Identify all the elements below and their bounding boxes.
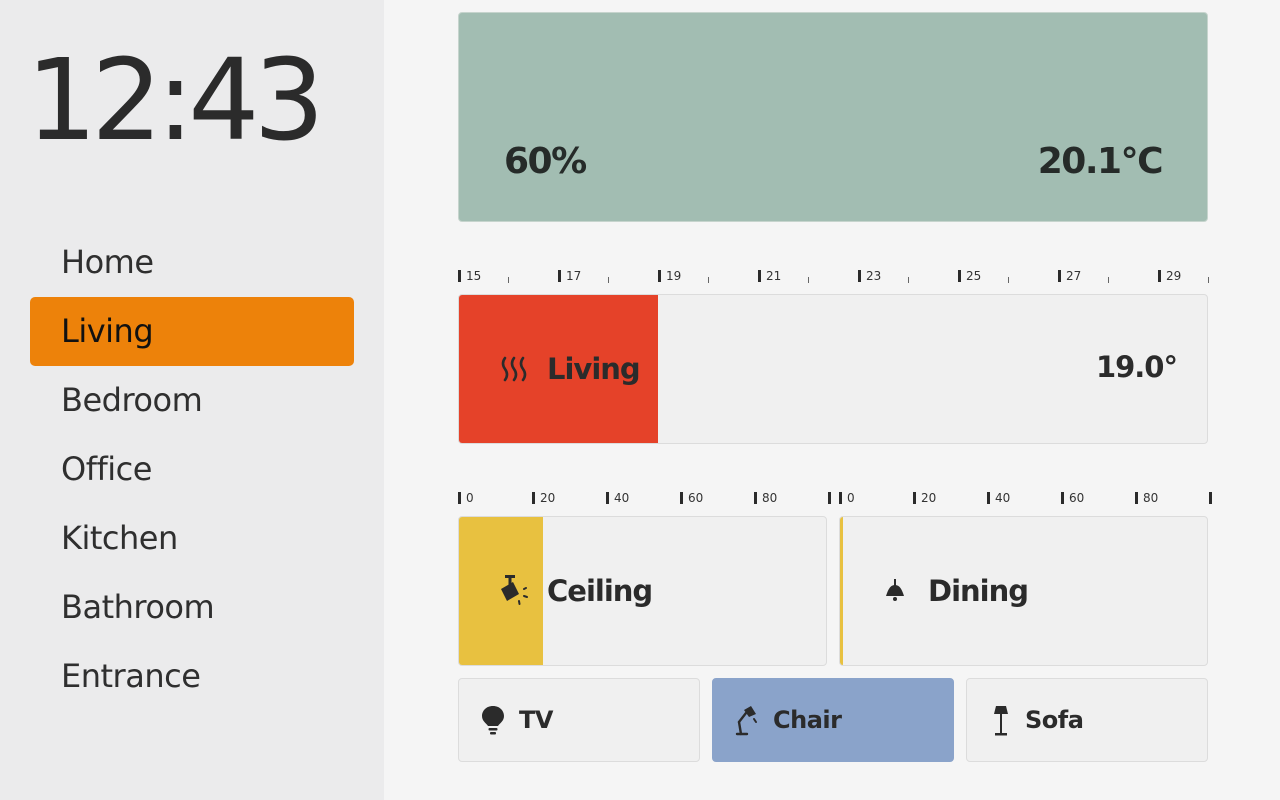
nav-item-bedroom[interactable]: Bedroom <box>30 366 354 435</box>
dining-scale-tick-label: 80 <box>1143 491 1159 505</box>
dining-scale-tick <box>1061 492 1064 504</box>
dining-scale-tick-label: 0 <box>847 491 855 505</box>
ceiling-dimmer-card[interactable]: Ceiling <box>458 516 827 666</box>
thermostat-scale-minor-tick <box>1008 277 1009 283</box>
thermostat-scale-tick <box>858 270 861 282</box>
tv-switch-card[interactable]: TV <box>458 678 700 762</box>
nav-item-living[interactable]: Living <box>30 297 354 366</box>
chair-switch-card[interactable]: Chair <box>712 678 954 762</box>
ceiling-scale-tick-label: 40 <box>614 491 630 505</box>
ceiling-scale-tick <box>680 492 683 504</box>
thermostat-scale-tick <box>658 270 661 282</box>
thermostat-scale-minor-tick <box>908 277 909 283</box>
thermostat-scale-minor-tick <box>1108 277 1109 283</box>
thermostat-scale-tick <box>558 270 561 282</box>
dining-scale-tick-label: 20 <box>921 491 937 505</box>
dining-scale-tick <box>1209 492 1212 504</box>
tv-label: TV <box>519 706 553 734</box>
thermostat-scale-tick-label: 23 <box>866 269 882 283</box>
bulb-icon <box>479 704 507 736</box>
nav-item-entrance[interactable]: Entrance <box>30 642 354 711</box>
thermostat-scale-tick <box>458 270 461 282</box>
desk-lamp-icon <box>733 704 761 736</box>
climate-summary-card: 60% 20.1°C <box>458 12 1208 222</box>
thermostat-card[interactable]: Living 19.0° <box>458 294 1208 444</box>
pendant-lamp-icon <box>880 576 910 606</box>
dining-dimmer-card[interactable]: Dining <box>839 516 1208 666</box>
sofa-switch-card[interactable]: Sofa <box>966 678 1208 762</box>
thermostat-scale-minor-tick <box>608 277 609 283</box>
thermostat-scale-tick <box>1058 270 1061 282</box>
thermostat-scale-tick-label: 15 <box>466 269 482 283</box>
thermostat-scale-tick-label: 25 <box>966 269 982 283</box>
ceiling-label: Ceiling <box>547 574 653 608</box>
ceiling-scale-tick <box>754 492 757 504</box>
thermostat-scale-minor-tick <box>1208 277 1209 283</box>
ceiling-scale-tick <box>828 492 831 504</box>
ceiling-scale-tick <box>606 492 609 504</box>
ceiling-scale-tick <box>532 492 535 504</box>
dining-scale-tick-label: 60 <box>1069 491 1085 505</box>
spotlight-icon <box>497 573 533 609</box>
dining-label: Dining <box>928 574 1029 608</box>
thermostat-scale-minor-tick <box>508 277 509 283</box>
floor-lamp-icon <box>989 704 1013 736</box>
clock: 12:43 <box>26 36 325 166</box>
room-nav: Home Living Bedroom Office Kitchen Bathr… <box>30 228 354 711</box>
humidity-value: 60% <box>504 141 587 182</box>
dining-dimmer-scale: 0 20 40 60 80 <box>839 491 1212 506</box>
ceiling-scale-tick-label: 60 <box>688 491 704 505</box>
nav-item-bathroom[interactable]: Bathroom <box>30 573 354 642</box>
thermostat-scale-minor-tick <box>808 277 809 283</box>
thermostat-scale-minor-tick <box>708 277 709 283</box>
dining-scale-tick <box>1135 492 1138 504</box>
temperature-value: 20.1°C <box>1037 141 1164 182</box>
thermostat-scale-tick-label: 17 <box>566 269 582 283</box>
thermostat-scale-tick <box>1158 270 1161 282</box>
heat-waves-icon <box>499 354 529 384</box>
dining-scale-tick-label: 40 <box>995 491 1011 505</box>
nav-item-home[interactable]: Home <box>30 228 354 297</box>
thermostat-name: Living <box>547 352 641 386</box>
thermostat-scale-tick-label: 27 <box>1066 269 1082 283</box>
dining-scale-tick <box>913 492 916 504</box>
dining-scale-tick <box>987 492 990 504</box>
ceiling-scale-tick-label: 80 <box>762 491 778 505</box>
ceiling-scale-tick <box>458 492 461 504</box>
thermostat-scale-tick-label: 21 <box>766 269 782 283</box>
thermostat-scale-tick <box>758 270 761 282</box>
ceiling-scale-tick-label: 0 <box>466 491 474 505</box>
dining-level-fill <box>840 517 843 665</box>
sidebar: 12:43 Home Living Bedroom Office Kitchen… <box>0 0 384 800</box>
thermostat-scale-tick-label: 19 <box>666 269 682 283</box>
ceiling-dimmer-scale: 0 20 40 60 80 <box>458 491 831 506</box>
dining-scale-tick <box>839 492 842 504</box>
thermostat-scale: 15 17 19 21 23 25 27 29 <box>458 269 1210 284</box>
ceiling-scale-tick-label: 20 <box>540 491 556 505</box>
thermostat-setpoint: 19.0° <box>1095 350 1178 384</box>
nav-item-office[interactable]: Office <box>30 435 354 504</box>
chair-label: Chair <box>773 706 842 734</box>
sofa-label: Sofa <box>1025 706 1084 734</box>
nav-item-kitchen[interactable]: Kitchen <box>30 504 354 573</box>
thermostat-scale-tick-label: 29 <box>1166 269 1182 283</box>
thermostat-scale-tick <box>958 270 961 282</box>
